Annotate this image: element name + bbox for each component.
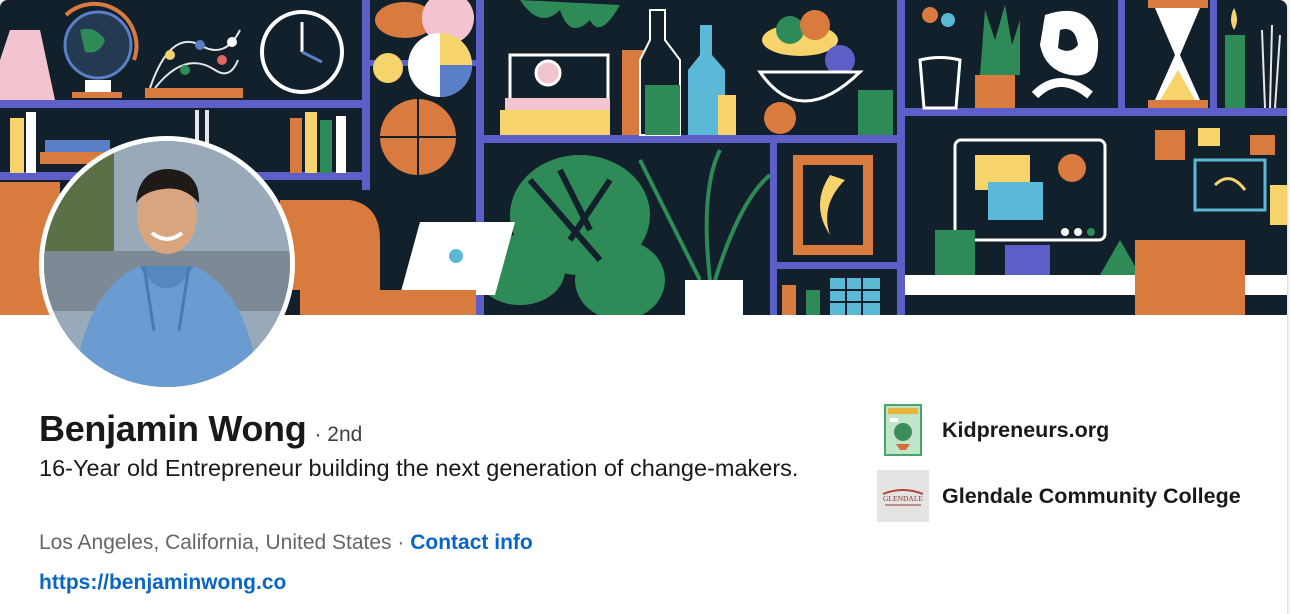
profile-photo <box>44 141 290 387</box>
person-photo-illustration <box>44 141 290 387</box>
profile-name: Benjamin Wong <box>39 408 307 449</box>
org-item-kidpreneurs[interactable]: Kidpreneurs.org <box>877 404 1257 456</box>
location-row: Los Angeles, California, United States ·… <box>39 531 533 555</box>
contact-info-link[interactable]: Contact info <box>410 531 532 554</box>
glendale-logo-text: GLENDALE <box>883 494 923 503</box>
website-link[interactable]: https://benjaminwong.co <box>39 571 286 595</box>
org-name-glendale: Glendale Community College <box>942 484 1241 508</box>
connection-degree: · 2nd <box>314 423 363 446</box>
org-name-kidpreneurs: Kidpreneurs.org <box>942 418 1110 442</box>
kidpreneurs-book-logo-icon <box>877 404 929 456</box>
profile-avatar[interactable] <box>39 136 295 392</box>
profile-card: Benjamin Wong · 2nd 16-Year old Entrepre… <box>0 0 1287 614</box>
location-separator: · <box>397 531 405 554</box>
profile-headline: 16-Year old Entrepreneur building the ne… <box>39 455 799 481</box>
org-item-glendale[interactable]: GLENDALE Glendale Community College <box>877 470 1257 522</box>
glendale-logo-graphic: GLENDALE <box>877 470 929 522</box>
profile-location: Los Angeles, California, United States <box>39 531 392 554</box>
glendale-college-logo-icon: GLENDALE <box>877 470 929 522</box>
organizations-list: Kidpreneurs.org GLENDALE Glendale Commun… <box>877 404 1257 522</box>
kidpreneurs-book-graphic <box>884 404 922 456</box>
name-row: Benjamin Wong · 2nd <box>39 408 362 450</box>
